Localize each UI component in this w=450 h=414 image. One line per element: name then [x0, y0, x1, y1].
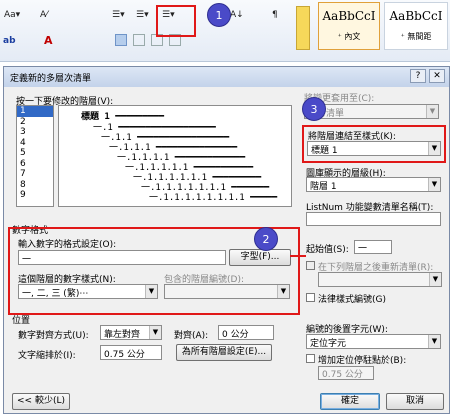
preview-level-9: 一.1.1.1.1.1.1.1.1 ━━━━━ [149, 193, 278, 203]
style-no-spacing[interactable]: AaBbCcI ⁺ 無間距 [384, 2, 448, 50]
level-item[interactable]: 5 [17, 148, 53, 159]
help-button[interactable]: ? [410, 69, 426, 83]
style-no-spacing-caption: ⁺ 無間距 [400, 32, 432, 41]
restart-checkbox[interactable] [306, 261, 315, 270]
callout-1: 1 [207, 3, 231, 27]
font-color-button[interactable]: A [44, 34, 53, 47]
sort-button[interactable]: A↓ [230, 10, 244, 20]
level-item[interactable]: 6 [17, 159, 53, 170]
set-all-levels-button[interactable]: 為所有階層設定(E)... [176, 344, 272, 361]
align-left-icon[interactable] [115, 34, 127, 46]
chevron-down-icon: ▼ [428, 178, 440, 191]
add-tab-checkbox[interactable] [306, 354, 315, 363]
style-normal[interactable]: AaBbCcI ⁺ 內文 [318, 2, 380, 50]
callout-3: 3 [302, 97, 326, 121]
chevron-down-icon: ▼ [428, 335, 440, 348]
level-item[interactable]: 9 [17, 190, 53, 201]
legal-label: 法律樣式編號(G) [318, 295, 386, 305]
tab-input: 0.75 公分 [318, 366, 374, 380]
close-button[interactable]: ✕ [429, 69, 445, 83]
font-size-button[interactable]: Aa▾ [4, 10, 20, 20]
level-item[interactable]: 7 [17, 169, 53, 180]
chevron-down-icon: ▼ [426, 105, 438, 118]
follow-number-dropdown[interactable]: 定位字元 ▼ [306, 334, 441, 349]
numbering-button[interactable]: ☰▾ [136, 10, 149, 20]
callout-arrow [290, 255, 306, 257]
chevron-down-icon: ▼ [429, 273, 441, 286]
style-normal-sample: AaBbCcI [322, 9, 376, 23]
dialog-title: 定義新的多層次清單 [10, 74, 92, 84]
position-section: 位置 [12, 316, 31, 326]
align-dropdown[interactable]: 靠左對齊 ▼ [100, 325, 162, 340]
less-button[interactable]: << 較少(L) [12, 393, 70, 410]
legal-checkbox[interactable] [306, 293, 315, 302]
dialog-titlebar: 定義新的多層次清單 ? ✕ [4, 67, 449, 87]
level-item[interactable]: 1 [17, 106, 53, 117]
ok-button[interactable]: 確定 [320, 393, 380, 410]
indent-label: 文字縮排於(I): [18, 351, 76, 361]
bullets-button[interactable]: ☰▾ [112, 10, 125, 20]
level-item[interactable]: 4 [17, 138, 53, 149]
chevron-down-icon: ▼ [149, 326, 161, 339]
callout-2: 2 [254, 227, 278, 251]
align-value: 靠左對齊 [104, 330, 141, 340]
style-pane-icon[interactable] [296, 6, 310, 50]
start-at-input[interactable]: 一 [354, 240, 392, 254]
callout-box-multilevel [156, 5, 196, 37]
aligned-at-label: 對齊(A): [174, 331, 209, 341]
highlight-button[interactable]: ab [3, 36, 16, 46]
restart-dropdown: ▼ [318, 272, 442, 287]
style-no-spacing-sample: AaBbCcI [389, 9, 443, 23]
clear-format-button[interactable]: A⁄ [40, 10, 48, 20]
preview-pane: 標題 1 ━━━━━━━━━ 一.1 ━━━━━━━━━━━━━━━━━━ 一.… [58, 105, 292, 207]
gallery-level-value: 階層 1 [310, 182, 337, 192]
level-item[interactable]: 2 [17, 117, 53, 128]
add-tab-label: 增加定位停駐點於(B): [318, 356, 407, 366]
level-list[interactable]: 1 2 3 4 5 6 7 8 9 [16, 105, 54, 207]
define-multilevel-list-dialog: 定義新的多層次清單 ? ✕ 按一下要修改的階層(V): 1 2 3 4 5 6 … [3, 66, 450, 414]
indent-input[interactable]: 0.75 公分 [100, 345, 162, 360]
aligned-at-input[interactable]: 0 公分 [218, 325, 274, 340]
paragraph-mark-button[interactable]: ¶ [272, 10, 278, 20]
level-item[interactable]: 8 [17, 180, 53, 191]
start-at-label: 起始值(S): [306, 245, 349, 255]
follow-number-value: 定位字元 [310, 339, 347, 349]
gallery-level-dropdown[interactable]: 階層 1 ▼ [306, 177, 441, 192]
align-label: 數字對齊方式(U): [18, 331, 89, 341]
style-normal-caption: ⁺ 內文 [337, 32, 361, 41]
cancel-button[interactable]: 取消 [386, 393, 444, 410]
callout-box-link-style [302, 125, 446, 163]
align-center-icon[interactable] [133, 34, 145, 46]
level-item[interactable]: 3 [17, 127, 53, 138]
listnum-input[interactable] [306, 212, 441, 226]
